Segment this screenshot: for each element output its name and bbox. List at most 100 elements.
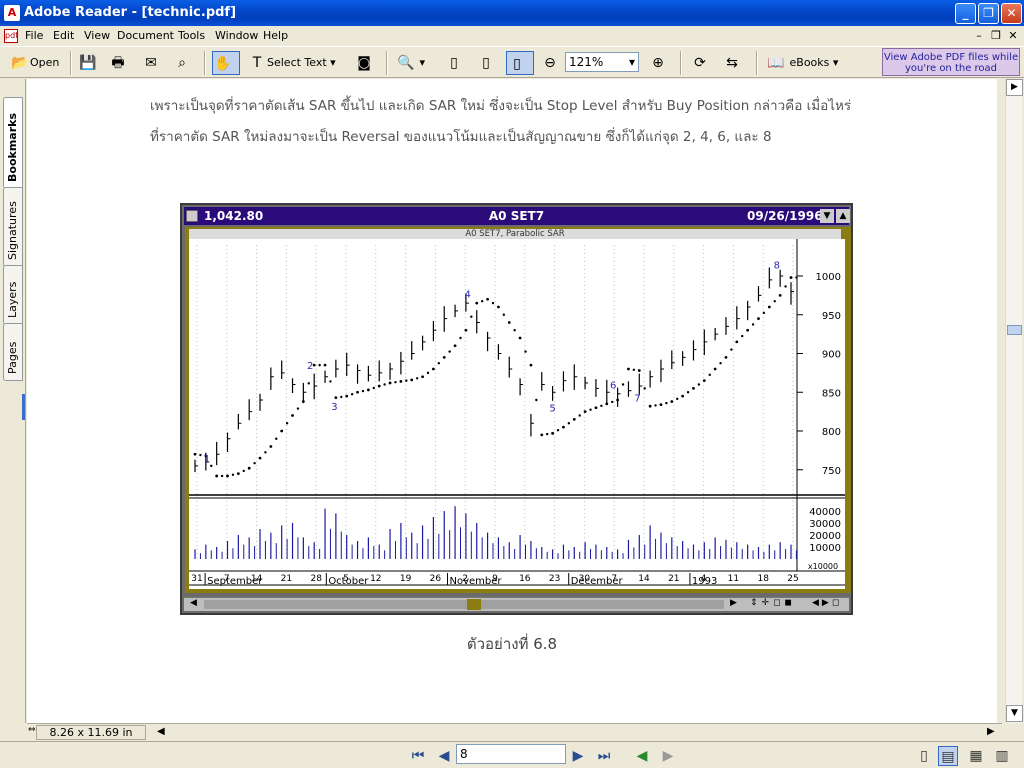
sar-dot [231, 473, 235, 476]
navigation-pane: Bookmarks Signatures Layers Pages [0, 79, 26, 723]
document-text-line1: เพราะเป็นจุดที่ราคาตัดเส้น SAR ขึ้นไป แล… [150, 98, 852, 114]
scroll-thumb[interactable] [1007, 325, 1022, 335]
adobe-ad-banner[interactable]: View Adobe PDF files while you're on the … [882, 48, 1020, 76]
sar-dot [643, 387, 646, 390]
ebooks-button[interactable]: 📖 eBooks ▾ [766, 51, 838, 75]
menu-file[interactable]: File [22, 28, 46, 44]
sar-dot [280, 429, 284, 433]
sar-dot [724, 355, 728, 359]
sar-dot [372, 386, 375, 390]
split-icon[interactable]: ⇔ [28, 725, 36, 740]
sar-dot [405, 379, 408, 382]
sar-dot [291, 414, 294, 417]
scroll-left-icon[interactable]: ◀ [190, 598, 197, 608]
sar-dot [307, 382, 310, 385]
close-button[interactable]: ✕ [1001, 3, 1022, 24]
fit-page-button[interactable]: ▯ [476, 51, 496, 75]
menu-window[interactable]: Window [212, 28, 261, 44]
sar-dot [486, 297, 489, 301]
page-number-field[interactable]: 8 [456, 744, 566, 764]
hand-tool-button[interactable]: ✋ [212, 51, 240, 75]
scroll-right-icon[interactable]: ▶ [730, 598, 737, 608]
window-title: Adobe Reader - [technic.pdf] [24, 5, 237, 20]
chart-controls-icon[interactable]: ⇕✛◻◼ [750, 598, 796, 608]
doc-minimize-button[interactable]: – [972, 29, 986, 43]
forward-icon[interactable]: ▶ [658, 746, 678, 766]
zoom-in-tool-button[interactable]: 🔍 ▾ [396, 51, 425, 75]
open-button[interactable]: 📂Open [10, 51, 59, 75]
chart-maximize-icon[interactable]: ▲ [836, 209, 850, 223]
snapshot-button[interactable]: ◙ [354, 51, 374, 75]
chart-scroll-thumb[interactable] [467, 599, 481, 610]
camera-icon: ◙ [357, 55, 371, 71]
pane-splitter[interactable] [22, 394, 25, 420]
sar-dot [275, 437, 278, 440]
sar-dot [735, 340, 739, 344]
next-page-icon[interactable]: ▶ [568, 746, 588, 766]
menu-document[interactable]: Document [114, 28, 177, 44]
facing-icon[interactable]: ▦ [966, 746, 986, 766]
horizontal-scrollbar[interactable]: ◀ ▶ [27, 723, 1002, 741]
sar-dot [713, 367, 717, 371]
print-button[interactable]: 🖶 [108, 51, 128, 75]
fit-width-button[interactable]: ▯ [506, 51, 534, 75]
sar-dot [708, 373, 711, 377]
minimize-button[interactable]: _ [955, 3, 976, 24]
point-annotation: 6 [610, 380, 616, 391]
sar-dot [199, 453, 202, 457]
tab-pages[interactable]: Pages [3, 323, 23, 381]
menu-tools[interactable]: Tools [175, 28, 208, 44]
tab-bookmarks[interactable]: Bookmarks [3, 97, 23, 189]
menu-edit[interactable]: Edit [50, 28, 77, 44]
back-icon[interactable]: ◀ [632, 746, 652, 766]
tab-layers-label: Layers [6, 281, 19, 318]
scroll-up-icon[interactable]: ▶ [1006, 79, 1023, 96]
menu-help[interactable]: Help [260, 28, 291, 44]
chart-scrollbar[interactable]: ◀ ▶ ⇕✛◻◼ ◀▶◻ [184, 597, 849, 611]
tab-signatures-label: Signatures [6, 201, 19, 260]
tab-signatures[interactable]: Signatures [3, 187, 23, 267]
chart-minimize-icon[interactable]: ▼ [820, 209, 834, 223]
sar-dot [518, 336, 522, 340]
chevron-down-icon[interactable]: ▾ [629, 53, 635, 71]
select-text-button[interactable]: T Select Text ▾ [247, 51, 336, 75]
zoom-field[interactable]: 121% ▾ [565, 52, 639, 72]
sar-dot [784, 285, 787, 288]
tab-layers[interactable]: Layers [3, 265, 23, 325]
scroll-left-arrow-icon[interactable]: ◀ [157, 726, 165, 737]
continuous-facing-icon[interactable]: ▥ [992, 746, 1012, 766]
chart-nav-icon[interactable]: ◀▶◻ [812, 598, 842, 608]
doc-close-button[interactable]: ✕ [1006, 29, 1020, 43]
continuous-icon[interactable]: ▤ [938, 746, 958, 766]
zoom-value: 121% [569, 55, 604, 69]
menu-view[interactable]: View [81, 28, 113, 44]
vertical-scrollbar[interactable]: ▶ ▼ [1005, 79, 1023, 723]
search-button[interactable]: ⌕ [172, 51, 192, 75]
actual-size-button[interactable]: ▯ [444, 51, 464, 75]
zoom-out-button[interactable]: ⊖ [540, 51, 560, 75]
sar-dot [226, 474, 229, 478]
sar-dot [394, 380, 397, 384]
prev-page-icon[interactable]: ◀ [434, 746, 454, 766]
zoom-in-button[interactable]: ⊕ [648, 51, 668, 75]
doc-restore-button[interactable]: ❐ [989, 29, 1003, 43]
last-page-icon[interactable]: ⏭ [594, 746, 614, 766]
scroll-right-arrow-icon[interactable]: ▶ [987, 726, 995, 737]
month-label: December [571, 576, 624, 587]
sar-dot [334, 396, 338, 400]
sar-dot [730, 348, 733, 351]
sar-dot [497, 305, 500, 309]
single-page-icon[interactable]: ▯ [914, 746, 934, 766]
save-button[interactable]: 💾 [78, 51, 98, 75]
date-tick-label: 12 [370, 574, 381, 584]
rotate-button[interactable]: ⟳ [690, 51, 710, 75]
document-view[interactable]: เพราะเป็นจุดที่ราคาตัดเส้น SAR ขึ้นไป แล… [27, 79, 997, 723]
chart-scroll-track[interactable] [204, 600, 724, 609]
maximize-button[interactable]: ❐ [978, 3, 999, 24]
volume-unit-label: x10000 [808, 562, 838, 571]
first-page-icon[interactable]: ⏮ [408, 746, 428, 766]
reflow-button[interactable]: ⇆ [722, 51, 742, 75]
email-button[interactable]: ✉ [141, 51, 161, 75]
scroll-down-icon[interactable]: ▼ [1006, 705, 1023, 722]
sar-dot [236, 472, 240, 476]
